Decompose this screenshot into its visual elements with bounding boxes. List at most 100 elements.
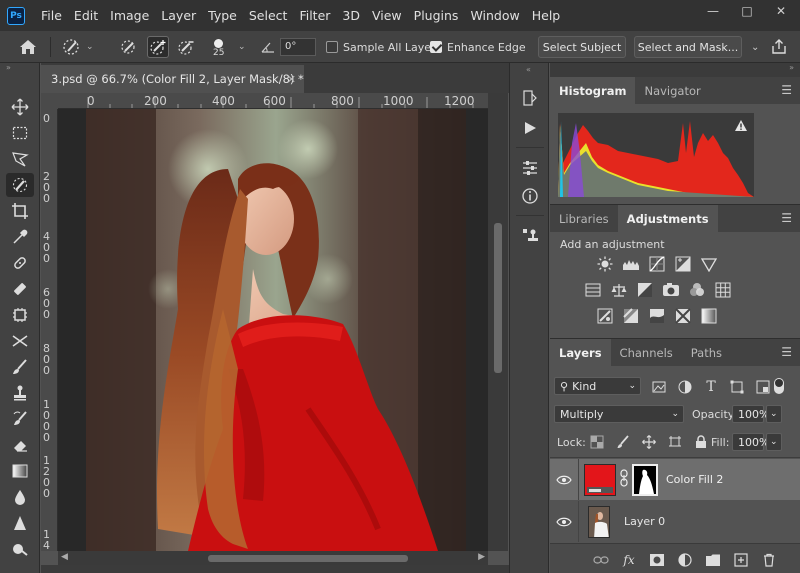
filter-toggle[interactable] (774, 378, 784, 394)
select-and-mask-button[interactable]: Select and Mask... (634, 36, 742, 58)
menu-window[interactable]: Window (464, 8, 525, 23)
color-fill-thumbnail[interactable] (584, 463, 616, 496)
opacity-slider-toggle[interactable]: ⌄ (766, 405, 782, 423)
new-selection-button[interactable] (118, 31, 140, 63)
invert-icon[interactable] (596, 307, 614, 325)
vertical-scrollbar[interactable] (488, 93, 508, 551)
layer-name[interactable]: Color Fill 2 (666, 473, 723, 486)
new-layer-icon[interactable] (732, 551, 750, 569)
tab-histogram[interactable]: Histogram (550, 77, 636, 104)
blur-tool[interactable] (6, 485, 34, 509)
marquee-tool[interactable] (6, 121, 34, 145)
menu-help[interactable]: Help (526, 8, 567, 23)
gradient-map-icon[interactable] (700, 307, 718, 325)
lock-transparent-icon[interactable] (588, 433, 606, 451)
curves-icon[interactable] (648, 255, 666, 273)
color-lookup-icon[interactable] (714, 281, 732, 299)
tab-paths[interactable]: Paths (682, 339, 731, 366)
blend-mode-select[interactable]: Multiply ⌄ (554, 405, 684, 423)
crop-tool[interactable] (6, 199, 34, 223)
vibrance-icon[interactable] (700, 255, 718, 273)
clone-stamp-tool[interactable] (6, 381, 34, 405)
eraser-tool[interactable] (6, 433, 34, 457)
new-group-icon[interactable] (704, 551, 722, 569)
color-balance-icon[interactable] (610, 281, 628, 299)
sample-all-layers-checkbox[interactable]: Sample All Layers (326, 31, 441, 63)
levels-icon[interactable] (622, 255, 640, 273)
layer-0-thumbnail[interactable] (588, 505, 610, 538)
fx-icon[interactable]: fx (620, 551, 638, 569)
layer-name[interactable]: Layer 0 (624, 515, 665, 528)
eyedropper-tool[interactable] (6, 225, 34, 249)
quick-selection-tool[interactable] (6, 173, 34, 197)
layer-row-layer-0[interactable]: Layer 0 (550, 501, 800, 542)
visibility-eye-icon[interactable] (550, 517, 578, 527)
actions-panel-button[interactable] (518, 117, 542, 139)
spot-healing-tool[interactable] (6, 251, 34, 275)
menu-view[interactable]: View (366, 8, 408, 23)
home-button[interactable] (18, 31, 38, 63)
collapse-icon[interactable]: « (526, 65, 531, 74)
delete-layer-icon[interactable] (760, 551, 778, 569)
brightness-contrast-icon[interactable] (596, 255, 614, 273)
panel-menu-icon[interactable]: ☰ (781, 345, 792, 359)
layer-row-color-fill[interactable]: Color Fill 2 (550, 459, 800, 500)
menu-image[interactable]: Image (104, 8, 155, 23)
scroll-thumb[interactable] (494, 223, 502, 373)
visibility-eye-icon[interactable] (550, 475, 578, 485)
share-button[interactable] (770, 31, 788, 63)
panel-menu-icon[interactable]: ☰ (781, 211, 792, 225)
link-layers-icon[interactable] (592, 551, 610, 569)
exposure-icon[interactable] (674, 255, 692, 273)
gradient-tool[interactable] (6, 459, 34, 483)
tab-adjustments[interactable]: Adjustments (617, 205, 718, 232)
filter-smart-object-icon[interactable] (754, 378, 772, 396)
add-mask-icon[interactable] (648, 551, 666, 569)
menu-file[interactable]: File (35, 8, 68, 23)
lock-pixels-icon[interactable] (614, 433, 632, 451)
posterize-icon[interactable] (622, 307, 640, 325)
info-panel-button[interactable] (518, 185, 542, 207)
menu-layer[interactable]: Layer (155, 8, 202, 23)
subtract-from-selection-button[interactable] (175, 31, 197, 63)
new-adjustment-layer-icon[interactable] (676, 551, 694, 569)
menu-filter[interactable]: Filter (293, 8, 336, 23)
horizontal-scrollbar[interactable]: ◀ ▶ (58, 551, 488, 565)
brush-tool[interactable] (6, 277, 34, 301)
tool-preset-picker[interactable]: ⌄ (60, 31, 94, 63)
tab-layers[interactable]: Layers (550, 339, 611, 366)
select-subject-button[interactable]: Select Subject (538, 36, 626, 58)
opacity-field[interactable]: 100% (732, 405, 769, 423)
paint-brush-tool[interactable] (6, 355, 34, 379)
hue-saturation-icon[interactable] (584, 281, 602, 299)
mask-link-icon[interactable] (619, 469, 629, 490)
scroll-left-icon[interactable]: ◀ (61, 552, 68, 562)
filter-shape-icon[interactable] (728, 378, 746, 396)
filter-type-icon[interactable]: T (702, 378, 720, 396)
panel-menu-icon[interactable]: ☰ (781, 83, 792, 97)
lock-position-icon[interactable] (640, 433, 658, 451)
close-icon[interactable]: ✕ (772, 4, 790, 20)
menu-plugins[interactable]: Plugins (408, 8, 465, 23)
channel-mixer-icon[interactable] (688, 281, 706, 299)
enhance-edge-checkbox[interactable]: Enhance Edge (430, 31, 526, 63)
fill-slider-toggle[interactable]: ⌄ (766, 433, 782, 451)
content-aware-move-tool[interactable] (6, 329, 34, 353)
menu-edit[interactable]: Edit (68, 8, 104, 23)
history-brush-tool[interactable] (6, 407, 34, 431)
clone-source-panel-button[interactable] (518, 225, 542, 247)
history-panel-button[interactable] (518, 87, 542, 109)
tab-navigator[interactable]: Navigator (635, 77, 709, 104)
chevron-down-icon[interactable]: ⌄ (751, 31, 759, 63)
fill-field[interactable]: 100% (732, 433, 769, 451)
lock-artboard-icon[interactable] (666, 433, 684, 451)
threshold-icon[interactable] (648, 307, 666, 325)
document-tab[interactable]: 3.psd @ 66.7% (Color Fill 2, Layer Mask/… (41, 65, 304, 93)
menu-select[interactable]: Select (243, 8, 294, 23)
photo-filter-icon[interactable] (662, 281, 680, 299)
minimize-icon[interactable]: — (704, 4, 722, 20)
layer-filter-kind[interactable]: ⚲ Kind ⌄ (554, 377, 641, 395)
menu-3d[interactable]: 3D (336, 8, 366, 23)
move-tool[interactable] (6, 95, 34, 119)
angle-field[interactable]: 0° (280, 38, 316, 56)
